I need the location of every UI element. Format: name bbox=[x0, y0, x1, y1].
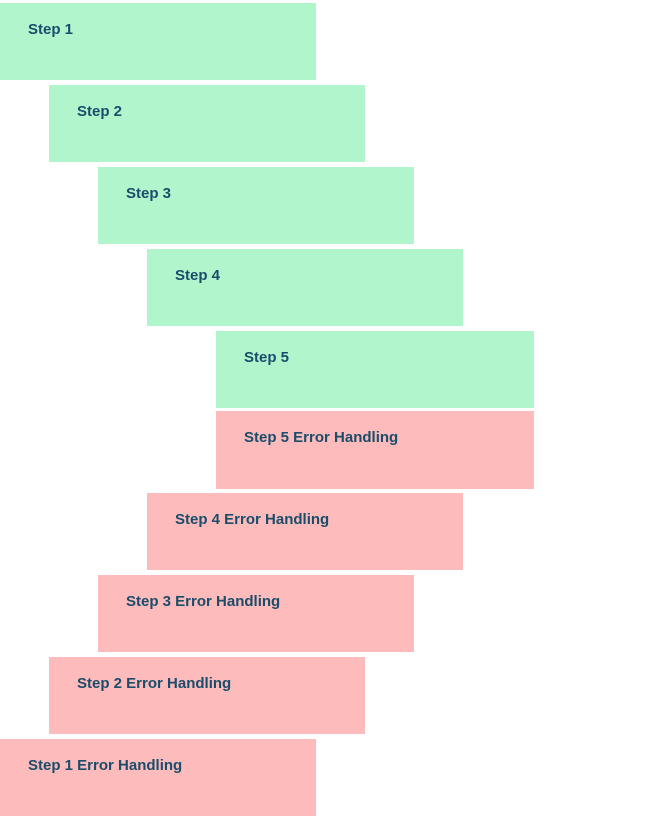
step-1-block: Step 1 bbox=[0, 3, 316, 80]
step-1-error-block: Step 1 Error Handling bbox=[0, 739, 316, 816]
step-4-error-label: Step 4 Error Handling bbox=[175, 511, 329, 528]
step-3-block: Step 3 bbox=[98, 167, 414, 244]
step-4-label: Step 4 bbox=[175, 267, 220, 284]
step-5-block: Step 5 bbox=[216, 331, 534, 408]
step-1-label: Step 1 bbox=[28, 21, 73, 38]
step-2-label: Step 2 bbox=[77, 103, 122, 120]
step-3-error-label: Step 3 Error Handling bbox=[126, 593, 280, 610]
step-2-error-label: Step 2 Error Handling bbox=[77, 675, 231, 692]
step-5-label: Step 5 bbox=[244, 349, 289, 366]
step-2-block: Step 2 bbox=[49, 85, 365, 162]
step-4-error-block: Step 4 Error Handling bbox=[147, 493, 463, 570]
step-3-label: Step 3 bbox=[126, 185, 171, 202]
step-5-error-label: Step 5 Error Handling bbox=[244, 429, 398, 446]
step-4-block: Step 4 bbox=[147, 249, 463, 326]
step-2-error-block: Step 2 Error Handling bbox=[49, 657, 365, 734]
step-5-error-block: Step 5 Error Handling bbox=[216, 411, 534, 489]
step-3-error-block: Step 3 Error Handling bbox=[98, 575, 414, 652]
step-1-error-label: Step 1 Error Handling bbox=[28, 757, 182, 774]
